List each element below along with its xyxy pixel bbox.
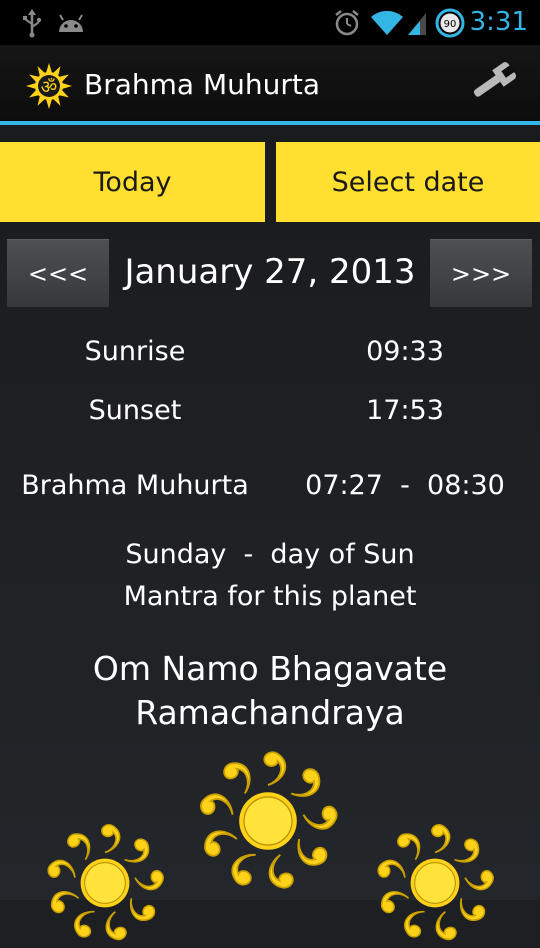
- day-of-week: Sunday - day of Sun: [125, 539, 415, 570]
- next-day-button[interactable]: >>>: [430, 239, 532, 307]
- wifi-icon: [370, 0, 404, 45]
- signal-icon: [406, 0, 428, 45]
- usb-icon: [18, 0, 46, 45]
- sunset-label: Sunset: [88, 395, 182, 426]
- previous-day-button[interactable]: <<<: [7, 239, 109, 307]
- sunset-time: 17:53: [366, 395, 444, 426]
- sunrise-label: Sunrise: [84, 336, 186, 367]
- select-date-button[interactable]: Select date: [276, 142, 540, 222]
- mantra-text: Om Namo Bhagavate: [92, 649, 448, 688]
- today-button[interactable]: Today: [0, 142, 265, 222]
- om-sun-icon: ॐ: [24, 61, 74, 111]
- brahma-muhurta-range: 07:27 - 08:30: [305, 470, 505, 501]
- settings-button[interactable]: [460, 55, 526, 113]
- status-time: 3:31: [469, 7, 528, 37]
- brahma-muhurta-label: Brahma Muhurta: [21, 470, 249, 501]
- current-date: January 27, 2013: [124, 252, 416, 292]
- battery-level: 90: [444, 19, 457, 30]
- sun-icon: [44, 822, 166, 944]
- mantra-text: Ramachandraya: [135, 693, 405, 732]
- status-bar: 90 3:31: [0, 0, 540, 45]
- android-debug-icon: [54, 0, 88, 45]
- wrench-icon: [468, 60, 518, 108]
- alarm-icon: [332, 0, 362, 45]
- sun-icon: [374, 822, 496, 944]
- mantra-caption: Mantra for this planet: [123, 581, 417, 612]
- app-title: Brahma Muhurta: [84, 68, 321, 101]
- sunrise-time: 09:33: [366, 336, 444, 367]
- battery-icon: 90: [434, 0, 466, 45]
- sun-icon: [196, 749, 340, 893]
- svg-text:ॐ: ॐ: [41, 77, 57, 98]
